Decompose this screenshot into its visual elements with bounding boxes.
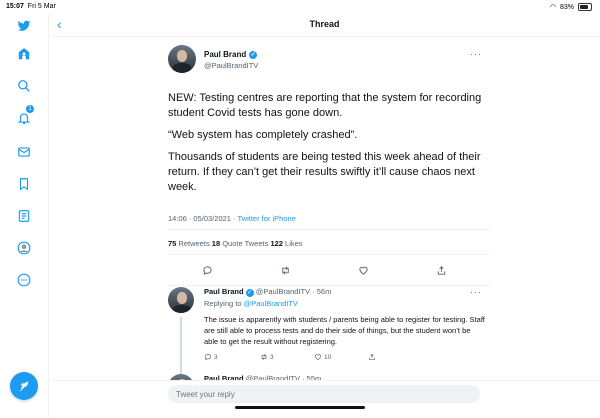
author-name[interactable]: Paul Brand bbox=[204, 50, 246, 59]
page-title: Thread bbox=[309, 19, 340, 29]
tweet-source[interactable]: Twitter for iPhone bbox=[238, 214, 296, 223]
verified-badge-icon: ✓ bbox=[245, 289, 254, 297]
verified-badge-icon: ✓ bbox=[249, 50, 258, 59]
notification-badge: 1 bbox=[26, 105, 34, 113]
like-button[interactable]: 10 bbox=[314, 353, 331, 361]
tweet-paragraph: NEW: Testing centres are reporting that … bbox=[168, 92, 482, 119]
replying-to-link[interactable]: @PaulBrandITV bbox=[244, 299, 298, 308]
tweet-author[interactable]: Paul Brand ✓ @PaulBrandITV bbox=[204, 50, 258, 70]
tweet-stats: 75 Retweets 18 Quote Tweets 122 Likes bbox=[168, 239, 303, 248]
avatar[interactable] bbox=[168, 45, 196, 73]
status-bar: 15:07 Fri 5 Mar ◠ 83% bbox=[0, 0, 600, 14]
tweet-meta: 14:06 · 05/03/2021 · Twitter for iPhone bbox=[168, 214, 296, 223]
divider bbox=[168, 254, 490, 255]
compose-feather-icon bbox=[19, 381, 28, 391]
tweet-timestamp[interactable]: 14:06 · 05/03/2021 · bbox=[168, 214, 238, 223]
thread-connector bbox=[180, 317, 182, 377]
retweet-icon[interactable] bbox=[278, 263, 292, 277]
divider bbox=[168, 285, 490, 286]
battery-percent: 83% bbox=[559, 3, 574, 11]
quote-stat[interactable]: 18 Quote Tweets bbox=[212, 239, 271, 248]
sidebar-divider bbox=[48, 14, 49, 417]
replying-to: Replying to @PaulBrandITV bbox=[204, 299, 298, 308]
like-icon[interactable] bbox=[356, 263, 370, 277]
tweet-actions bbox=[168, 263, 490, 277]
tweet-body: NEW: Testing centres are reporting that … bbox=[168, 91, 490, 202]
compose-tweet-button[interactable] bbox=[10, 372, 38, 400]
home-indicator[interactable] bbox=[235, 406, 365, 409]
share-icon bbox=[369, 353, 375, 360]
author-handle-time[interactable]: @PaulBrandITV · 56m bbox=[254, 287, 332, 296]
reply-compose-bar bbox=[49, 380, 600, 418]
notifications-icon[interactable]: 1 bbox=[14, 105, 34, 128]
status-right: ◠ 83% bbox=[550, 3, 592, 11]
twitter-logo-icon[interactable] bbox=[14, 16, 34, 36]
reply-button[interactable]: 3 bbox=[204, 353, 218, 361]
like-icon bbox=[314, 354, 322, 361]
author-handle[interactable]: @PaulBrandITV bbox=[204, 61, 258, 70]
bookmarks-icon[interactable] bbox=[14, 174, 34, 194]
author-name[interactable]: Paul Brand bbox=[204, 287, 244, 296]
wifi-icon: ◠ bbox=[549, 4, 556, 11]
reply-input[interactable] bbox=[168, 385, 480, 403]
retweet-button[interactable]: 3 bbox=[260, 353, 274, 361]
reply-tweet[interactable]: Paul Brand ✓ @PaulBrandITV · 56m ··· Rep… bbox=[168, 287, 490, 377]
more-options-icon[interactable]: ··· bbox=[470, 287, 482, 297]
reply-icon[interactable] bbox=[200, 263, 214, 277]
retweet-stat[interactable]: 75 Retweets bbox=[168, 239, 212, 248]
tweet-paragraph: “Web system has completely crashed”. bbox=[168, 129, 358, 141]
sidebar: 1 bbox=[0, 0, 48, 417]
more-options-icon[interactable]: ··· bbox=[470, 49, 482, 59]
main-tweet: Paul Brand ✓ @PaulBrandITV ··· NEW: Testi… bbox=[168, 45, 490, 286]
share-button[interactable] bbox=[368, 353, 376, 361]
battery-icon bbox=[578, 3, 592, 11]
avatar[interactable] bbox=[168, 287, 194, 313]
reply-author[interactable]: Paul Brand ✓ @PaulBrandITV · 56m bbox=[204, 287, 331, 297]
like-stat[interactable]: 122 Likes bbox=[270, 239, 302, 248]
profile-icon[interactable] bbox=[14, 238, 34, 258]
reply-icon bbox=[205, 354, 211, 361]
thread-header: ‹ Thread bbox=[49, 14, 600, 37]
tweet-paragraph: Thousands of students are being tested t… bbox=[168, 151, 481, 193]
reply-actions: 3 3 10 bbox=[204, 353, 394, 363]
share-icon[interactable] bbox=[434, 263, 448, 277]
reply-text: The issue is apparently with students / … bbox=[204, 315, 485, 346]
more-icon[interactable] bbox=[14, 270, 34, 290]
home-icon[interactable] bbox=[14, 44, 34, 64]
messages-icon[interactable] bbox=[14, 142, 34, 162]
lists-icon[interactable] bbox=[14, 206, 34, 226]
explore-icon[interactable] bbox=[14, 76, 34, 96]
retweet-icon bbox=[261, 354, 267, 360]
divider bbox=[168, 229, 490, 230]
